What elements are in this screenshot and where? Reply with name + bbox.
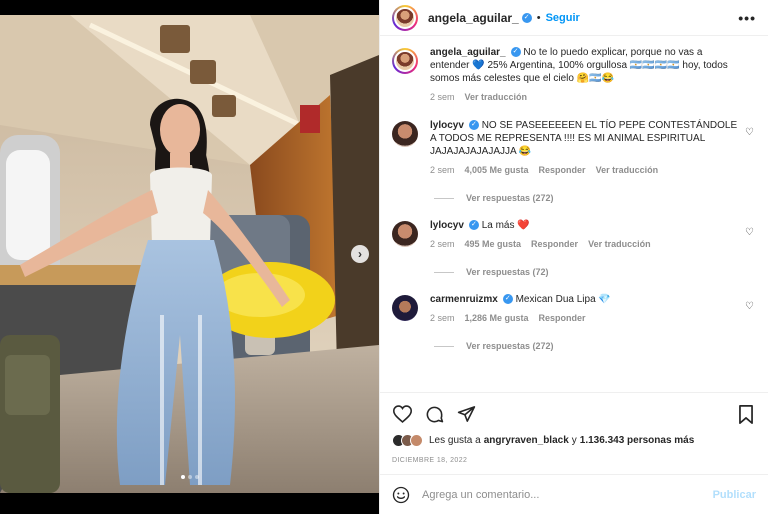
emoji-smiley-icon[interactable]: [392, 486, 410, 504]
verified-badge-icon: ✓: [468, 220, 479, 231]
carousel-dot: [194, 475, 199, 479]
instagram-post-window: › angela_aguilar_ ✓ • Seguir ••• angela_…: [0, 0, 768, 514]
separator: •: [536, 11, 541, 24]
verified-badge-icon: ✓: [502, 294, 513, 305]
caption-text: angela_aguilar_ ✓ No te lo puedo explicar…: [430, 46, 740, 85]
like-heart-icon[interactable]: [392, 404, 412, 424]
caption-time[interactable]: 2 sem: [430, 92, 455, 102]
see-translation-link[interactable]: Ver traducción: [465, 92, 528, 102]
reply-button[interactable]: Responder: [531, 239, 578, 249]
comment: lylocyv ✓ La más ❤️ 2 sem 495 Me gusta Re…: [392, 219, 756, 249]
comment: lylocyv ✓ NO SE PASEEEEEEN EL TÍO PEPE CO…: [392, 119, 756, 175]
comment-username[interactable]: lylocyv: [430, 120, 464, 131]
likes-connector: y: [571, 435, 577, 446]
post-photo-area: ›: [0, 0, 379, 514]
comments-list: angela_aguilar_ ✓ No te lo puedo explicar…: [380, 36, 768, 392]
comment-text: lylocyv ✓ La más ❤️: [430, 219, 740, 232]
reply-button[interactable]: Responder: [539, 165, 586, 175]
share-paper-plane-icon[interactable]: [456, 404, 476, 424]
comment-username[interactable]: lylocyv: [430, 220, 464, 231]
commenter-avatar[interactable]: [392, 121, 418, 147]
see-translation-link[interactable]: Ver traducción: [588, 239, 651, 249]
next-photo-button[interactable]: ›: [351, 245, 369, 263]
post-date[interactable]: DICIEMBRE 18, 2022: [392, 457, 756, 464]
like-comment-heart-icon[interactable]: ♡: [745, 301, 754, 312]
view-replies-button[interactable]: Ver respuestas (272): [434, 193, 756, 203]
comment-time[interactable]: 2 sem: [430, 165, 455, 175]
verified-badge-icon: ✓: [468, 120, 479, 131]
author-avatar[interactable]: [392, 48, 418, 74]
comment-likes[interactable]: 1,286 Me gusta: [465, 313, 529, 323]
reply-button[interactable]: Responder: [539, 313, 586, 323]
author-username[interactable]: angela_aguilar_: [428, 11, 519, 25]
post-actions: Les gusta a angryraven_black y 1.136.343…: [380, 392, 768, 474]
comment-likes[interactable]: 495 Me gusta: [465, 239, 522, 249]
comment-meta: 2 sem 495 Me gusta Responder Ver traducc…: [430, 239, 740, 249]
comment-body: Mexican Dua Lipa 💎: [515, 294, 611, 305]
caption-username[interactable]: angela_aguilar_: [430, 47, 506, 58]
add-comment-bar: Agrega un comentario... Publicar: [380, 474, 768, 514]
follow-button[interactable]: Seguir: [546, 12, 580, 24]
comment: carmenruizmx ✓ Mexican Dua Lipa 💎 2 sem 1…: [392, 293, 756, 323]
like-comment-heart-icon[interactable]: ♡: [745, 127, 754, 138]
see-translation-link[interactable]: Ver traducción: [596, 165, 659, 175]
likes-prefix: Les gusta a: [429, 435, 481, 446]
comment-likes[interactable]: 4,005 Me gusta: [465, 165, 529, 175]
likes-count[interactable]: 1.136.343 personas más: [580, 435, 695, 446]
comment-meta: 2 sem 4,005 Me gusta Responder Ver tradu…: [430, 165, 740, 175]
caption: angela_aguilar_ ✓ No te lo puedo explicar…: [392, 46, 756, 102]
post-header: angela_aguilar_ ✓ • Seguir •••: [380, 0, 768, 36]
comment-input[interactable]: Agrega un comentario...: [422, 489, 713, 501]
carousel-dot: [180, 475, 185, 479]
save-bookmark-icon[interactable]: [736, 404, 756, 424]
comment-time[interactable]: 2 sem: [430, 313, 455, 323]
commenter-avatar[interactable]: [392, 221, 418, 247]
comment-bubble-icon[interactable]: [424, 404, 444, 424]
carousel-dots: [0, 475, 379, 479]
comment-meta: 2 sem 1,286 Me gusta Responder: [430, 313, 740, 323]
post-details-panel: angela_aguilar_ ✓ • Seguir ••• angela_ag…: [379, 0, 768, 514]
liker-username[interactable]: angryraven_black: [484, 435, 569, 446]
action-icons: [392, 403, 756, 425]
commenter-avatar[interactable]: [392, 295, 418, 321]
carousel-dot: [187, 475, 192, 479]
post-photo: [0, 15, 379, 493]
likes-summary: Les gusta a angryraven_black y 1.136.343…: [392, 434, 756, 447]
comment-time[interactable]: 2 sem: [430, 239, 455, 249]
more-options-icon[interactable]: •••: [738, 10, 756, 26]
like-comment-heart-icon[interactable]: ♡: [745, 227, 754, 238]
verified-badge-icon: ✓: [521, 12, 532, 23]
publish-button[interactable]: Publicar: [713, 489, 756, 501]
verified-badge-icon: ✓: [510, 47, 521, 58]
liker-avatars: [392, 434, 423, 447]
comment-text: carmenruizmx ✓ Mexican Dua Lipa 💎: [430, 293, 740, 306]
view-replies-button[interactable]: Ver respuestas (272): [434, 341, 756, 351]
comment-body: La más ❤️: [481, 220, 530, 231]
author-avatar[interactable]: [392, 4, 418, 31]
caption-meta: 2 sem Ver traducción: [430, 92, 740, 102]
comment-username[interactable]: carmenruizmx: [430, 294, 498, 305]
comment-text: lylocyv ✓ NO SE PASEEEEEEN EL TÍO PEPE CO…: [430, 119, 740, 158]
view-replies-button[interactable]: Ver respuestas (72): [434, 267, 756, 277]
